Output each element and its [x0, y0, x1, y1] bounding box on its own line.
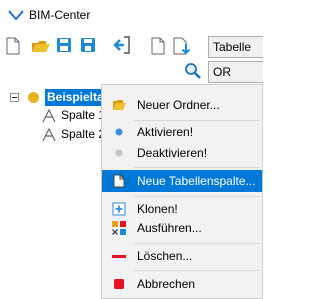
- import-icon[interactable]: [113, 36, 131, 54]
- new-document-icon[interactable]: [6, 37, 24, 55]
- tree-item-spalte-1[interactable]: Spalte 1: [61, 108, 105, 122]
- menu-item-label: Neuer Ordner...: [137, 98, 220, 112]
- context-menu: Neuer Ordner... Aktivieren! Deaktivieren…: [101, 84, 263, 299]
- menu-item-label: Löschen...: [137, 249, 193, 263]
- window-title: BIM-Center: [29, 8, 91, 22]
- new-file-icon[interactable]: [151, 37, 169, 55]
- search-icon[interactable]: [184, 62, 202, 80]
- menu-item-label: Ausführen...: [137, 221, 202, 235]
- menu-item-label: Klonen!: [137, 202, 178, 216]
- type-select[interactable]: Tabelle: [208, 36, 263, 58]
- folder-icon: [113, 100, 126, 110]
- execute-icon: [112, 221, 126, 235]
- save-icon[interactable]: [56, 37, 74, 55]
- menu-item-cancel[interactable]: Abbrechen: [102, 273, 262, 295]
- new-column-icon: [113, 174, 125, 188]
- menu-item-activate[interactable]: Aktivieren!: [102, 121, 262, 143]
- menu-item-label: Deaktivieren!: [137, 146, 208, 160]
- logic-select-value: OR: [213, 65, 231, 79]
- menu-item-label: Abbrechen: [137, 277, 196, 291]
- title-bar: BIM-Center: [0, 0, 263, 30]
- collapse-icon[interactable]: [10, 93, 19, 102]
- tree-root-label[interactable]: Beispieltabelle: [45, 89, 108, 106]
- delete-icon: [112, 255, 126, 258]
- yellow-circle-icon: [28, 92, 39, 103]
- type-select-value: Tabelle: [213, 40, 252, 54]
- column-a-icon: [42, 109, 56, 123]
- menu-item-execute[interactable]: Ausführen...: [102, 217, 262, 239]
- menu-item-label: Aktivieren!: [137, 125, 194, 139]
- save-as-icon[interactable]: [80, 37, 98, 55]
- menu-item-new-folder[interactable]: Neuer Ordner...: [102, 94, 262, 116]
- blue-dot-icon: [115, 128, 123, 136]
- tree-item-spalte-2[interactable]: Spalte 2: [61, 127, 105, 141]
- logic-select[interactable]: OR: [208, 61, 263, 83]
- menu-separator: [134, 167, 260, 168]
- bim-center-window: BIM-Center Tabelle OR Beispielt Spalte 1…: [0, 0, 263, 299]
- menu-separator: [134, 270, 260, 271]
- menu-item-deactivate[interactable]: Deaktivieren!: [102, 142, 262, 164]
- stop-icon: [114, 279, 124, 289]
- menu-separator: [134, 243, 260, 244]
- open-folder-icon[interactable]: [31, 38, 50, 56]
- menu-item-delete[interactable]: Löschen...: [102, 245, 262, 267]
- clone-icon: [112, 202, 126, 216]
- gray-dot-icon: [115, 149, 123, 157]
- menu-item-new-column[interactable]: Neue Tabellenspalte...: [102, 170, 262, 192]
- menu-item-label: Neue Tabellenspalte...: [137, 174, 256, 188]
- download-file-icon[interactable]: [173, 37, 191, 55]
- bim-center-logo-icon: [8, 10, 24, 20]
- column-a-icon: [42, 128, 56, 142]
- menu-separator: [134, 196, 260, 197]
